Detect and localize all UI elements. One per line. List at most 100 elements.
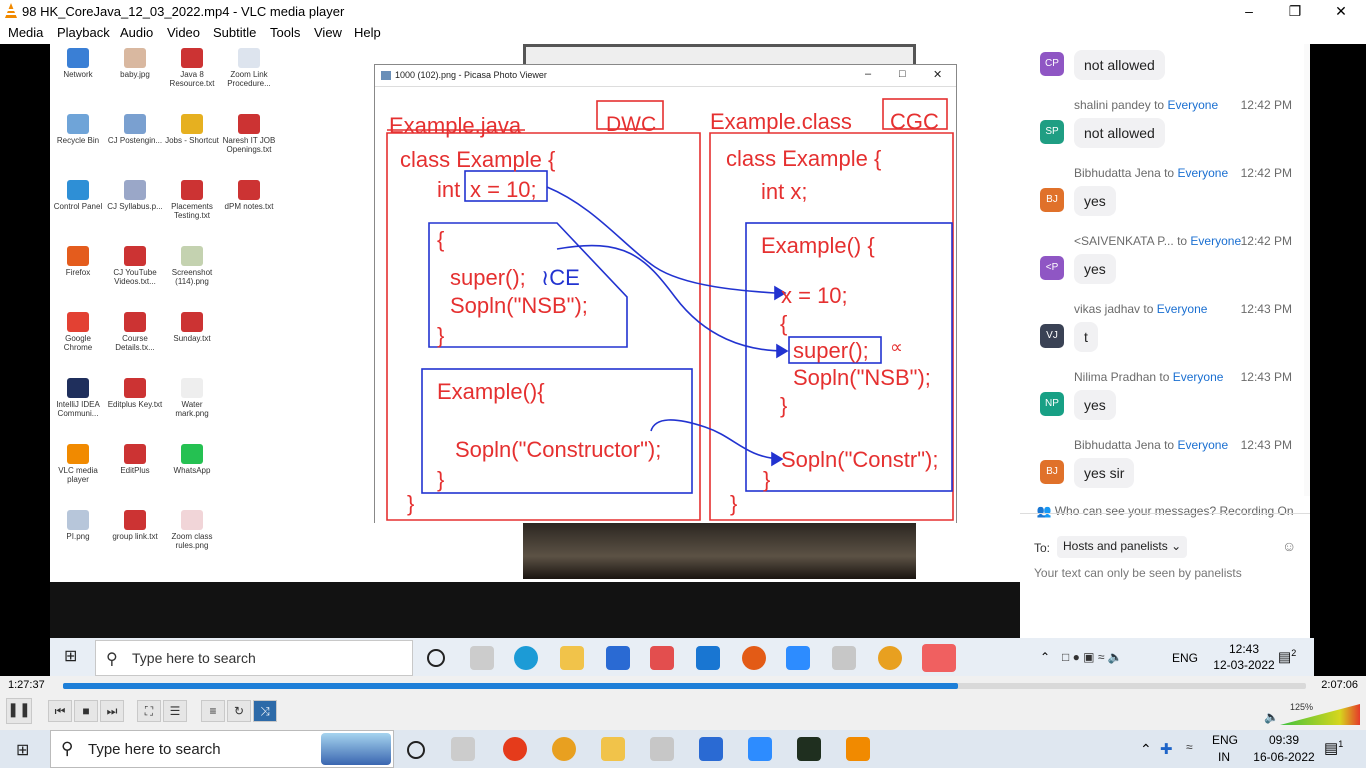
desktop-icon-image: [124, 114, 146, 134]
cortana-icon[interactable]: [407, 741, 425, 759]
recorder-icon[interactable]: [742, 646, 766, 670]
notification-icon[interactable]: ▤2: [1278, 648, 1296, 666]
recipient-select[interactable]: Hosts and panelists ⌄: [1057, 536, 1188, 558]
desktop-icon[interactable]: Control Panel: [50, 180, 106, 211]
recorder-icon[interactable]: [503, 737, 527, 761]
who-can-see-notice[interactable]: 👥 Who can see your messages? Recording O…: [1020, 504, 1310, 518]
desktop-icon[interactable]: Course Details.tx...: [107, 312, 163, 352]
zoom-icon[interactable]: [786, 646, 810, 670]
close-button[interactable]: ✕: [1318, 0, 1364, 22]
desktop-icon[interactable]: Naresh IT JOB Openings.txt: [221, 114, 277, 154]
desktop-icon[interactable]: CJ Syllabus.p...: [107, 180, 163, 211]
maximize-button[interactable]: ❐: [1272, 0, 1318, 22]
gift-icon[interactable]: [650, 646, 674, 670]
stop-button[interactable]: ■: [74, 700, 98, 722]
menu-tools[interactable]: Tools: [270, 25, 300, 40]
outer-date[interactable]: 16-06-2022: [1246, 750, 1322, 764]
menu-subtitle[interactable]: Subtitle: [213, 25, 256, 40]
desktop-icon[interactable]: EditPlus: [107, 444, 163, 475]
cortana-icon[interactable]: [427, 649, 445, 667]
desktop-icon[interactable]: Zoom Link Procedure...: [221, 48, 277, 88]
outer-region[interactable]: IN: [1218, 750, 1230, 764]
windows-start-icon[interactable]: ⊞: [16, 740, 29, 760]
minimize-button[interactable]: –: [1226, 0, 1272, 22]
desktop-icon[interactable]: Zoom class rules.png: [164, 510, 220, 550]
chat-scrollbar[interactable]: [1304, 44, 1310, 496]
shuffle-button[interactable]: ⤨: [253, 700, 277, 722]
edge-icon[interactable]: [514, 646, 538, 670]
desktop-icon[interactable]: CJ Postengin...: [107, 114, 163, 145]
notification-icon[interactable]: ▤1: [1324, 739, 1343, 757]
outer-time[interactable]: 09:39: [1254, 733, 1314, 747]
desktop-icon[interactable]: Jobs - Shortcut: [164, 114, 220, 145]
speaker-icon[interactable]: 🔈: [1264, 710, 1279, 724]
inner-time[interactable]: 12:43: [1216, 642, 1272, 656]
menu-audio[interactable]: Audio: [120, 25, 153, 40]
desktop-icon[interactable]: WhatsApp: [164, 444, 220, 475]
file-explorer-icon[interactable]: [560, 646, 584, 670]
store-icon[interactable]: [606, 646, 630, 670]
fullscreen-button[interactable]: ⛶: [137, 700, 161, 722]
chrome-icon[interactable]: [878, 646, 902, 670]
playlist-button[interactable]: ≡: [201, 700, 225, 722]
desktop-icon[interactable]: Google Chrome: [50, 312, 106, 352]
mail-icon[interactable]: [696, 646, 720, 670]
volume-slider[interactable]: [1280, 704, 1360, 726]
windows-start-icon[interactable]: ⊞: [64, 649, 80, 665]
inner-date[interactable]: 12-03-2022: [1204, 658, 1284, 672]
zoom-icon[interactable]: [748, 737, 772, 761]
desktop-icon[interactable]: Recycle Bin: [50, 114, 106, 145]
active-app-icon[interactable]: [922, 644, 956, 672]
menu-video[interactable]: Video: [167, 25, 200, 40]
chat-input[interactable]: Your text can only be seen by panelists: [1034, 566, 1242, 580]
task-view-icon[interactable]: [470, 646, 494, 670]
desktop-icon[interactable]: Placements Testing.txt: [164, 180, 220, 220]
picasa-minimize-button[interactable]: –: [865, 68, 871, 80]
desktop-icon[interactable]: Screenshot (114).png: [164, 246, 220, 286]
desktop-icon[interactable]: group link.txt: [107, 510, 163, 541]
tray-chevron-icon[interactable]: ⌃: [1140, 741, 1152, 758]
outer-lang[interactable]: ENG: [1212, 733, 1238, 747]
desktop-icon[interactable]: Firefox: [50, 246, 106, 277]
picasa-close-button[interactable]: ✕: [933, 68, 942, 81]
vlc-icon[interactable]: [846, 737, 870, 761]
picasa-maximize-button[interactable]: □: [899, 68, 906, 80]
loop-button[interactable]: ↻: [227, 700, 251, 722]
desktop-icon[interactable]: Java 8 Resource.txt: [164, 48, 220, 88]
menu-help[interactable]: Help: [354, 25, 381, 40]
extended-settings-button[interactable]: ☰: [163, 700, 187, 722]
seek-slider[interactable]: [63, 683, 1306, 689]
task-view-icon[interactable]: [451, 737, 475, 761]
tray-chevron-icon[interactable]: ⌃: [1040, 650, 1050, 664]
tray-icons[interactable]: □ ● ▣ ≈ 🔈: [1062, 650, 1123, 664]
store-icon[interactable]: [699, 737, 723, 761]
desktop-icon[interactable]: PI.png: [50, 510, 106, 541]
menu-view[interactable]: View: [314, 25, 342, 40]
emoji-icon[interactable]: ☺: [1282, 538, 1296, 554]
desktop-icon[interactable]: baby.jpg: [107, 48, 163, 79]
previous-button[interactable]: ⏮: [48, 700, 72, 722]
menu-media[interactable]: Media: [8, 25, 43, 40]
sticky-notes-icon[interactable]: [797, 737, 821, 761]
desktop-icon[interactable]: CJ YouTube Videos.txt...: [107, 246, 163, 286]
network-icon[interactable]: ≈: [1186, 740, 1193, 754]
snipping-icon[interactable]: [650, 737, 674, 761]
snipping-icon[interactable]: [832, 646, 856, 670]
desktop-icon[interactable]: Sunday.txt: [164, 312, 220, 343]
desktop-icon[interactable]: Editplus Key.txt: [107, 378, 163, 409]
desktop-icon[interactable]: dPM notes.txt: [221, 180, 277, 211]
recorded-search-box[interactable]: ⚲ Type here to search: [95, 640, 413, 676]
search-box[interactable]: ⚲ Type here to search: [50, 730, 394, 768]
menu-playback[interactable]: Playback: [57, 25, 110, 40]
desktop-icon[interactable]: IntelliJ IDEA Communi...: [50, 378, 106, 418]
chrome-icon[interactable]: [552, 737, 576, 761]
pause-button[interactable]: ❚❚: [6, 698, 32, 724]
tray-plus-icon[interactable]: ✚: [1160, 740, 1173, 758]
file-explorer-icon[interactable]: [601, 737, 625, 761]
desktop-icon[interactable]: VLC media player: [50, 444, 106, 484]
next-button[interactable]: ⏭: [100, 700, 124, 722]
video-frame[interactable]: Network baby.jpg Java 8 Resource.txt Zoom L…: [0, 44, 1366, 676]
desktop-icon[interactable]: Water mark.png: [164, 378, 220, 418]
inner-lang[interactable]: ENG: [1172, 651, 1198, 665]
desktop-icon[interactable]: Network: [50, 48, 106, 79]
